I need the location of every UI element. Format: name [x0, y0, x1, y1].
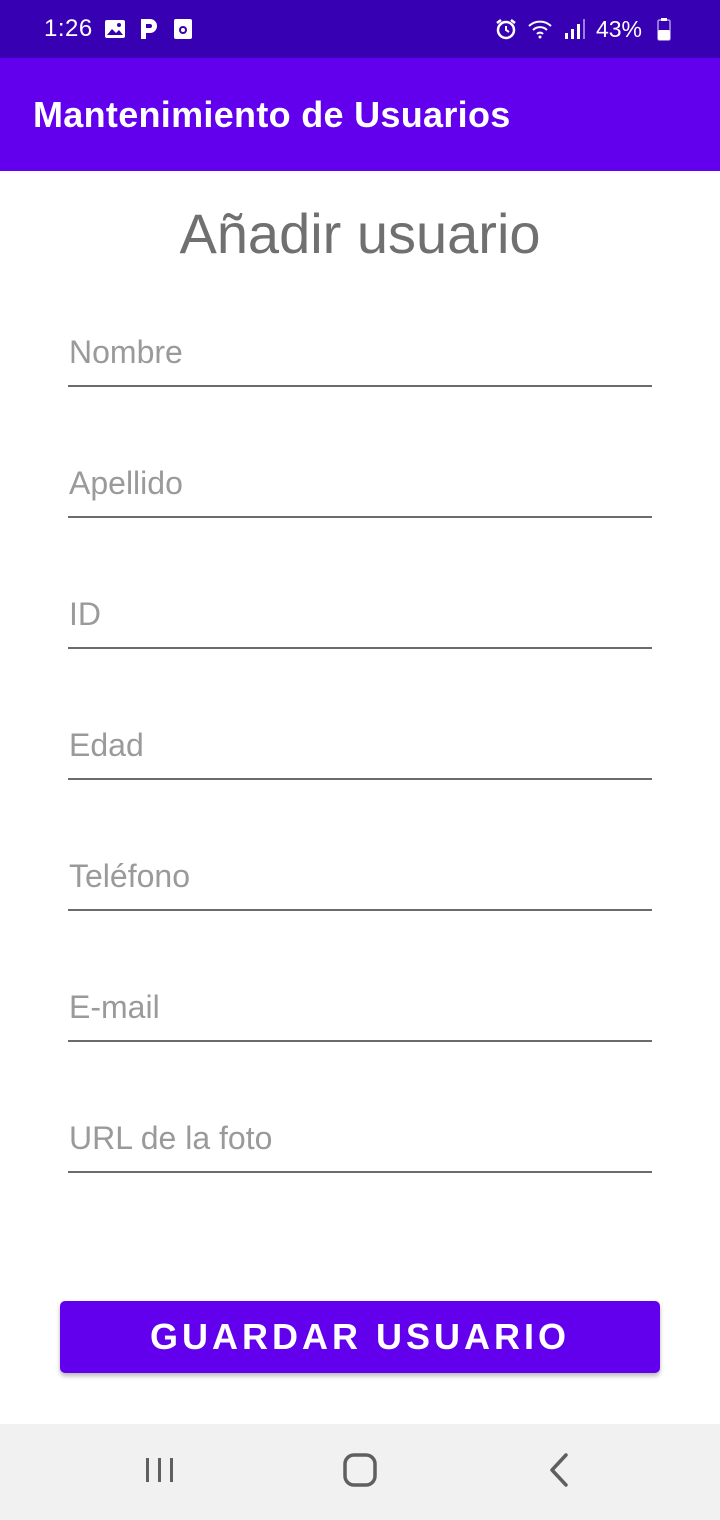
- url-foto-field[interactable]: [68, 1113, 652, 1173]
- add-user-form: Añadir usuario GUARDAR USUARIO: [0, 171, 720, 1424]
- home-icon: [340, 1450, 380, 1495]
- alarm-icon: [494, 17, 518, 41]
- telefono-field[interactable]: [68, 851, 652, 911]
- battery-percent: 43%: [595, 15, 642, 42]
- email-field[interactable]: [68, 982, 652, 1042]
- screen-record-icon: [171, 17, 195, 41]
- status-left: 1:26: [44, 15, 195, 43]
- apellido-field[interactable]: [68, 458, 652, 518]
- nombre-field[interactable]: [68, 327, 652, 387]
- wifi-icon: [528, 17, 552, 41]
- gallery-icon: [103, 17, 127, 41]
- parking-icon: [137, 17, 161, 41]
- status-time: 1:26: [44, 15, 93, 42]
- signal-icon: [562, 17, 586, 41]
- recent-apps-button[interactable]: [120, 1432, 200, 1512]
- id-field[interactable]: [68, 589, 652, 649]
- battery-icon: [652, 17, 676, 41]
- edad-field[interactable]: [68, 720, 652, 780]
- nav-bar: [0, 1424, 720, 1520]
- recent-apps-icon: [140, 1450, 180, 1495]
- home-button[interactable]: [320, 1432, 400, 1512]
- status-bar: 1:26 43%: [0, 0, 720, 58]
- back-icon: [540, 1450, 580, 1495]
- app-title: Mantenimiento de Usuarios: [33, 93, 511, 135]
- back-button[interactable]: [520, 1432, 600, 1512]
- app-bar: Mantenimiento de Usuarios: [0, 58, 720, 171]
- save-user-button[interactable]: GUARDAR USUARIO: [60, 1301, 660, 1373]
- status-right: 43%: [494, 16, 676, 43]
- page-title: Añadir usuario: [179, 202, 541, 265]
